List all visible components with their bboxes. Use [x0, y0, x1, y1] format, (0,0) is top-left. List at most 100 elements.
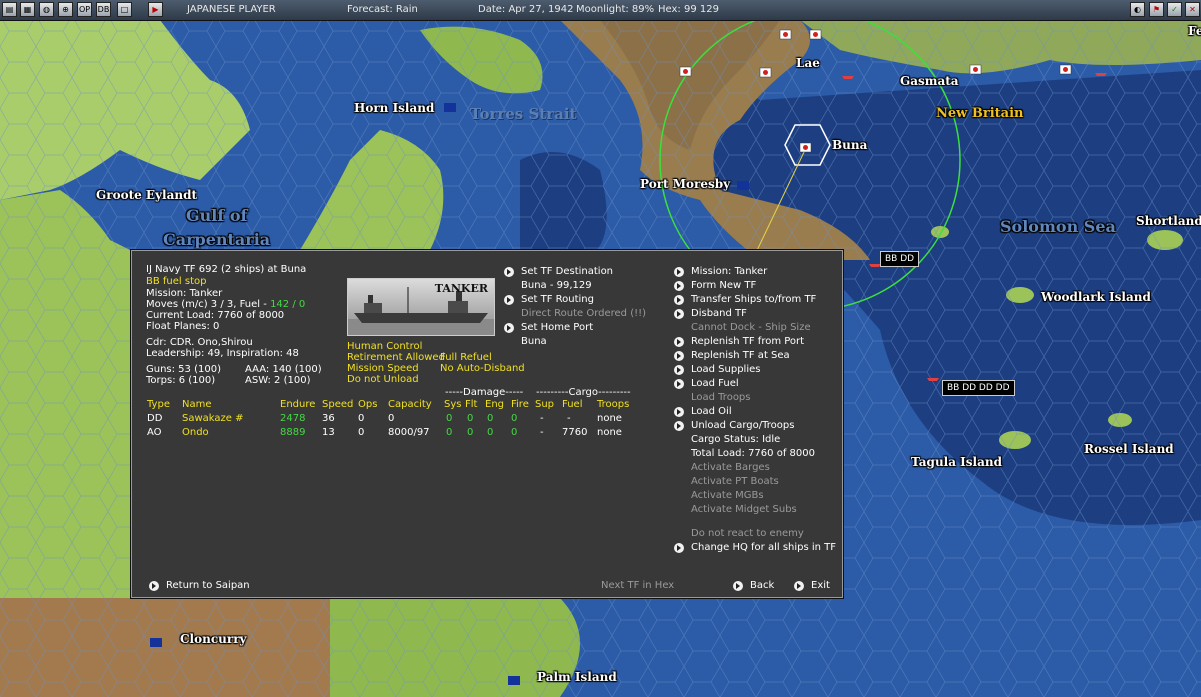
cell-name[interactable]: Sawakaze #	[182, 413, 243, 425]
next-tf-in-hex-text: Next TF in Hex	[601, 580, 675, 591]
set-home-port-bullet-icon[interactable]	[504, 323, 514, 333]
cell-sup: -	[540, 413, 544, 424]
set-home-port-button[interactable]: Set Home Port	[521, 322, 593, 334]
map-label-woodlark-island: Woodlark Island	[1041, 290, 1151, 304]
cell-name[interactable]: Ondo	[182, 427, 209, 439]
task-force-panel: IJ Navy TF 692 (2 ships) at Buna BB fuel…	[131, 250, 843, 598]
load-oil-bullet-icon[interactable]	[674, 407, 684, 417]
routing-value: Direct Route Ordered (!!)	[521, 308, 647, 319]
transfer-ships-button[interactable]: Transfer Ships to/from TF	[691, 294, 816, 306]
set-tf-destination-button[interactable]: Set TF Destination	[521, 266, 613, 278]
set-tf-routing-button[interactable]: Set TF Routing	[521, 294, 594, 306]
activate-barges-text: Activate Barges	[691, 462, 770, 473]
load-fuel-bullet-icon[interactable]	[674, 379, 684, 389]
setting-no-auto-disband[interactable]: No Auto-Disband	[440, 363, 525, 375]
play-icon-button[interactable]: ▶	[148, 2, 163, 17]
cell-flt: 0	[467, 427, 474, 438]
load-supplies-button[interactable]: Load Supplies	[691, 364, 760, 376]
damage-group-header: -----Damage-----	[445, 387, 524, 398]
tf-badge-bb-dd-dd-dd[interactable]: BB DD DD DD	[942, 380, 1015, 396]
map-label-horn-island: Horn Island	[354, 101, 435, 115]
return-bullet-icon[interactable]	[149, 581, 159, 591]
disband-tf-button[interactable]: Disband TF	[691, 308, 747, 320]
destination-value: Buna - 99,129	[521, 280, 592, 291]
replenish-port-button[interactable]: Replenish TF from Port	[691, 336, 804, 348]
map-label-buna: Buna	[832, 138, 868, 152]
map-label-torres-strait: Torres Strait	[470, 105, 577, 123]
flag-japan-icon-button[interactable]: ◐	[1130, 2, 1145, 17]
tf-note: BB fuel stop	[146, 276, 207, 287]
set-routing-bullet-icon[interactable]	[504, 295, 514, 305]
col-ops: Ops	[358, 399, 378, 410]
replenish-sea-button[interactable]: Replenish TF at Sea	[691, 350, 790, 362]
cell-type: DD	[147, 413, 163, 424]
col-sys: Sys	[444, 399, 462, 410]
cargo-status-text: Cargo Status: Idle	[691, 434, 781, 445]
mission-button[interactable]: Mission: Tanker	[691, 266, 767, 278]
cannot-dock-text: Cannot Dock - Ship Size	[691, 322, 811, 333]
exit-bullet-icon[interactable]	[794, 581, 804, 591]
load-fuel-button[interactable]: Load Fuel	[691, 378, 739, 390]
activate-mgbs-text: Activate MGBs	[691, 490, 764, 501]
unload-cargo-bullet-icon[interactable]	[674, 421, 684, 431]
tf-asw: ASW: 2 (100)	[245, 375, 311, 386]
col-flt: Flt	[465, 399, 478, 410]
back-button[interactable]: Back	[750, 580, 774, 592]
mission-bullet-icon[interactable]	[674, 267, 684, 277]
change-hq-button[interactable]: Change HQ for all ships in TF	[691, 542, 836, 554]
hex-text: Hex: 99 129	[658, 4, 719, 15]
cell-sys: 0	[446, 427, 453, 438]
replenish-port-bullet-icon[interactable]	[674, 337, 684, 347]
cell-eng: 0	[487, 413, 494, 424]
col-eng: Eng	[485, 399, 505, 410]
op-button[interactable]: OP	[77, 2, 92, 17]
close-icon-button[interactable]: ✕	[1185, 2, 1200, 17]
cell-troops: none	[597, 427, 622, 438]
change-hq-bullet-icon[interactable]	[674, 543, 684, 553]
disband-tf-bullet-icon[interactable]	[674, 309, 684, 319]
check-icon-button[interactable]: ✓	[1167, 2, 1182, 17]
cell-sys: 0	[446, 413, 453, 424]
map-label-port-moresby: Port Moresby	[640, 177, 731, 191]
globe-icon-button[interactable]: ◍	[39, 2, 54, 17]
cell-capacity: 0	[388, 413, 395, 424]
cell-endure: 8889	[280, 427, 306, 438]
window-icon-button[interactable]: □	[117, 2, 132, 17]
set-destination-bullet-icon[interactable]	[504, 267, 514, 277]
target-icon-button[interactable]: ⊕	[58, 2, 73, 17]
activate-midget-subs-text: Activate Midget Subs	[691, 504, 797, 515]
load-supplies-bullet-icon[interactable]	[674, 365, 684, 375]
total-load-text: Total Load: 7760 of 8000	[691, 448, 815, 459]
map-label-cloncurry: Cloncurry	[180, 632, 247, 646]
db-button[interactable]: DB	[96, 2, 111, 17]
tf-float-planes: Float Planes: 0	[146, 321, 220, 332]
tf-torps: Torps: 6 (100)	[146, 375, 216, 386]
col-troops: Troops	[597, 399, 630, 410]
menu-icon-button[interactable]: ▤	[2, 2, 17, 17]
back-bullet-icon[interactable]	[733, 581, 743, 591]
map-label-gasmata: Gasmata	[900, 74, 959, 88]
map-label-fe: Fe	[1188, 24, 1201, 38]
map-label-rossel-island: Rossel Island	[1084, 442, 1174, 456]
load-oil-button[interactable]: Load Oil	[691, 406, 732, 418]
map-label-solomon-sea: Solomon Sea	[1000, 217, 1116, 236]
return-to-saipan-button[interactable]: Return to Saipan	[166, 580, 250, 592]
units-icon-button[interactable]: ▦	[20, 2, 35, 17]
cell-ops: 0	[358, 427, 365, 438]
cell-eng: 0	[487, 427, 494, 438]
cell-fuel: 7760	[562, 427, 588, 438]
tf-badge-bb-dd[interactable]: BB DD	[880, 251, 920, 267]
col-type: Type	[147, 399, 170, 410]
setting-do-not-unload[interactable]: Do not Unload	[347, 374, 419, 386]
flag-red-icon-button[interactable]: ⚑	[1149, 2, 1164, 17]
form-new-tf-button[interactable]: Form New TF	[691, 280, 756, 292]
do-not-react-text[interactable]: Do not react to enemy	[691, 528, 804, 540]
form-new-tf-bullet-icon[interactable]	[674, 281, 684, 291]
side-indicator: JAPANESE PLAYER	[187, 4, 276, 15]
transfer-ships-bullet-icon[interactable]	[674, 295, 684, 305]
date-text: Date: Apr 27, 1942	[478, 4, 574, 15]
exit-button[interactable]: Exit	[811, 580, 830, 592]
unload-cargo-button[interactable]: Unload Cargo/Troops	[691, 420, 794, 432]
cell-fuel: -	[567, 413, 571, 424]
replenish-sea-bullet-icon[interactable]	[674, 351, 684, 361]
